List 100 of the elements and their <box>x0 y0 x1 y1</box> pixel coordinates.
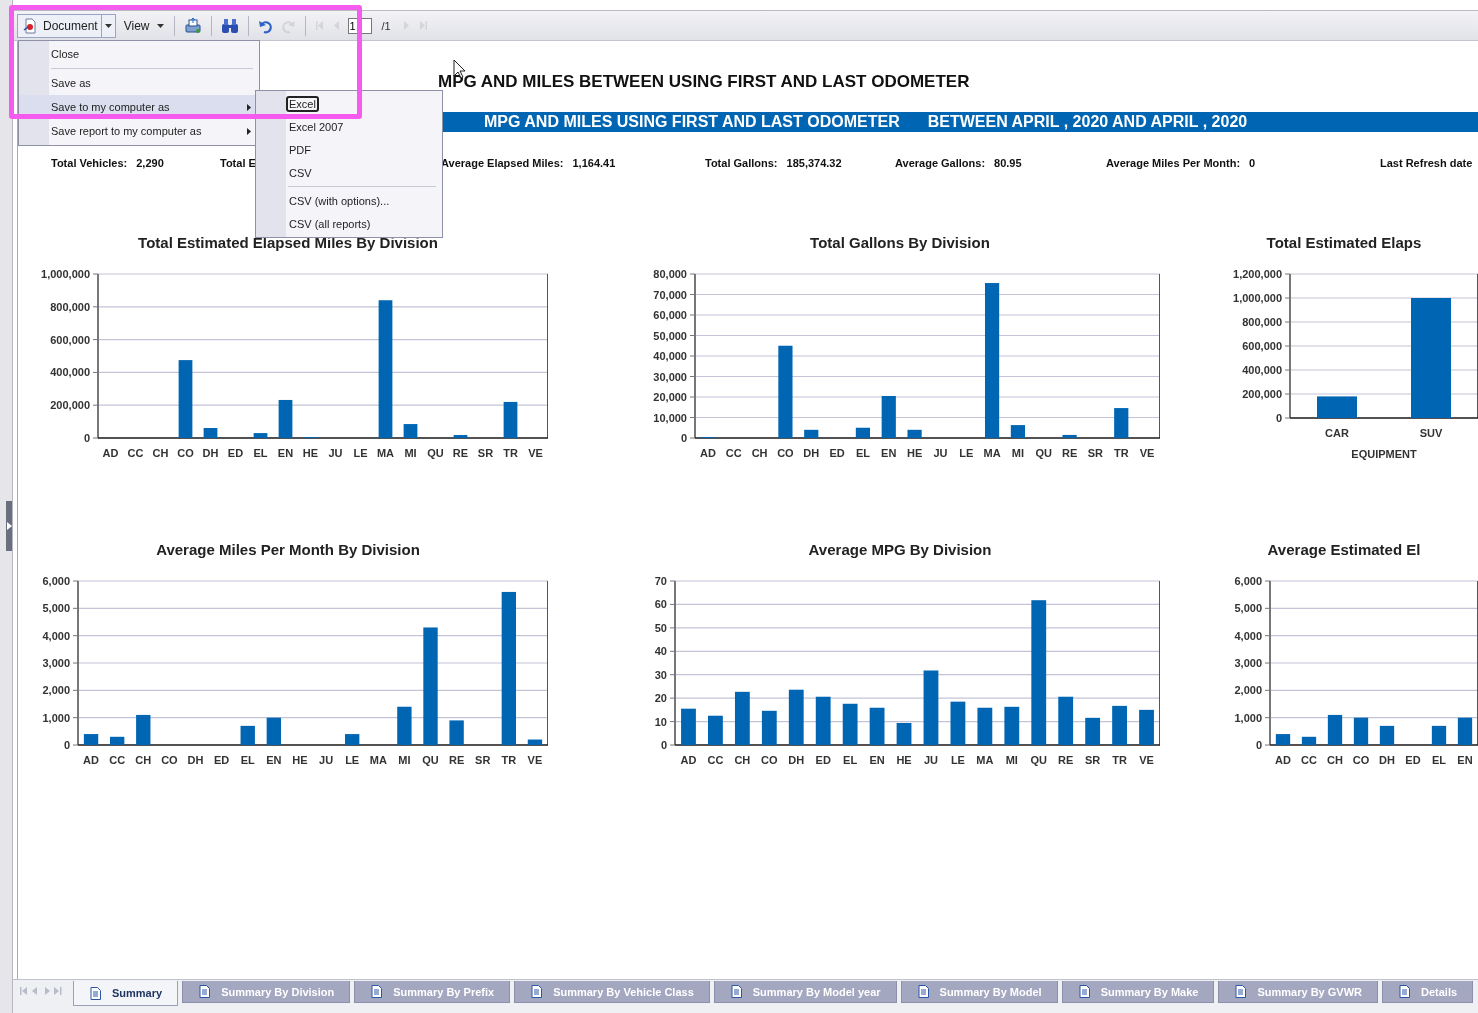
caret-icon <box>104 23 112 28</box>
category-label: VE <box>1139 447 1155 459</box>
category-label: DH <box>788 754 805 766</box>
page-count: /1 <box>381 19 391 32</box>
axis-tick-label: 40,000 <box>653 350 687 362</box>
category-label: CC <box>127 447 144 459</box>
menu-item[interactable]: Close <box>19 42 259 66</box>
panel-toggle-handle[interactable] <box>6 500 12 551</box>
document-icon <box>90 986 101 1000</box>
axis-tick-label: 4,000 <box>1234 629 1262 642</box>
menu-item[interactable]: CSV <box>256 161 442 184</box>
axis-tick-label: 200,000 <box>1242 388 1282 400</box>
bar <box>110 736 125 745</box>
stat-value: 185,374.32 <box>786 156 842 170</box>
bar <box>453 435 468 438</box>
document-icon <box>917 985 929 998</box>
axis-tick-label: 40 <box>654 645 667 658</box>
category-label: TR <box>501 754 517 766</box>
bar <box>1301 736 1317 745</box>
category-label: RE <box>1058 754 1074 766</box>
menu-item[interactable]: CSV (with options)... <box>256 189 442 212</box>
axis-tick-label: 0 <box>1275 412 1282 424</box>
chart-title: Total Estimated Elaps <box>1265 235 1423 251</box>
chart-title: Total Gallons By Division <box>809 235 991 251</box>
axis-tick-label: 10,000 <box>653 411 687 424</box>
category-label: TR <box>1112 754 1127 766</box>
stat-label: Average Elapsed Miles: <box>441 156 564 170</box>
menu-item[interactable]: PDF <box>256 138 442 161</box>
menu-item[interactable]: Save report to my computer as <box>19 119 259 143</box>
axis-tick-label: 20,000 <box>653 391 687 403</box>
category-label: SR <box>1087 447 1104 459</box>
bar <box>1114 408 1129 438</box>
category-label: MA <box>976 754 994 766</box>
axis-tick-label: 1,000,000 <box>1233 292 1282 304</box>
last-page-icon <box>418 21 427 30</box>
bar <box>1112 705 1127 745</box>
axis-tick-label: 20 <box>654 692 667 705</box>
view-button[interactable]: View <box>119 14 168 37</box>
category-label: EN <box>277 447 294 459</box>
category-label: AD <box>102 447 119 459</box>
category-label: CC <box>1301 754 1317 766</box>
bar <box>907 429 922 438</box>
stat-label: Total Gallons: <box>705 156 778 170</box>
menu-item[interactable]: Excel 2007 <box>256 115 442 138</box>
bar <box>1317 396 1357 418</box>
category-label: CH <box>734 754 751 766</box>
bar <box>869 707 885 745</box>
bar <box>503 401 518 438</box>
printer-icon <box>183 16 202 35</box>
category-label: QU <box>1030 754 1047 766</box>
category-label: ED <box>227 447 244 459</box>
bar <box>1058 696 1074 745</box>
report-tab[interactable]: Summary <box>73 981 179 1006</box>
category-label: CAR <box>1325 427 1349 439</box>
category-label: JU <box>933 447 948 459</box>
category-label: MA <box>369 754 387 766</box>
stat-value: 2,290 <box>136 156 164 170</box>
bar <box>1004 706 1020 745</box>
axis-tick-label: 70 <box>654 575 667 587</box>
axis-tick-label: 6,000 <box>1234 575 1262 587</box>
axis-tick-label: 800,000 <box>50 300 90 313</box>
chart-title: Average Estimated El <box>1266 542 1422 558</box>
category-label: EL <box>240 754 255 766</box>
axis-tick-label: 400,000 <box>1242 364 1282 376</box>
bar <box>896 723 912 745</box>
category-label: CO <box>777 447 794 459</box>
axis-tick-label: 50 <box>654 621 667 634</box>
bar <box>1062 434 1077 438</box>
category-label: HE <box>292 754 308 766</box>
bar <box>397 706 412 745</box>
chart-title: Average Miles Per Month By Division <box>155 542 421 558</box>
document-icon <box>1235 985 1247 998</box>
report-title: MPG AND MILES BETWEEN USING FIRST AND LAST ODOMETER <box>438 72 971 92</box>
category-label: CC <box>109 754 126 766</box>
bar <box>266 717 281 745</box>
category-label: LE <box>345 754 360 766</box>
bar <box>1353 717 1369 745</box>
tab-scroll-arrows-icon[interactable] <box>19 986 63 996</box>
bar <box>1327 714 1343 745</box>
axis-tick-label: 60,000 <box>653 309 687 321</box>
category-label: HE <box>896 754 912 766</box>
bar <box>527 739 543 745</box>
bar <box>1275 734 1291 745</box>
menu-item[interactable]: Save as <box>19 71 259 95</box>
axis-tick-label: 0 <box>680 432 687 444</box>
bar <box>1010 425 1025 438</box>
menu-item[interactable]: CSV (all reports) <box>256 212 442 235</box>
stat-value: 1,164.41 <box>572 156 616 170</box>
category-label: JU <box>328 447 343 459</box>
axis-tick-label: 3,000 <box>1234 657 1262 669</box>
category-label: VE <box>528 447 543 459</box>
bar <box>1139 709 1154 745</box>
menu-item[interactable]: Excel <box>256 92 442 115</box>
category-label: MI <box>404 447 417 459</box>
axis-tick-label: 1,000,000 <box>41 268 90 280</box>
stat-label: Total Vehicles: <box>51 156 128 170</box>
bar <box>203 428 218 438</box>
bar <box>449 720 464 745</box>
category-label: AD <box>1275 754 1291 766</box>
category-label: EL <box>843 754 858 766</box>
